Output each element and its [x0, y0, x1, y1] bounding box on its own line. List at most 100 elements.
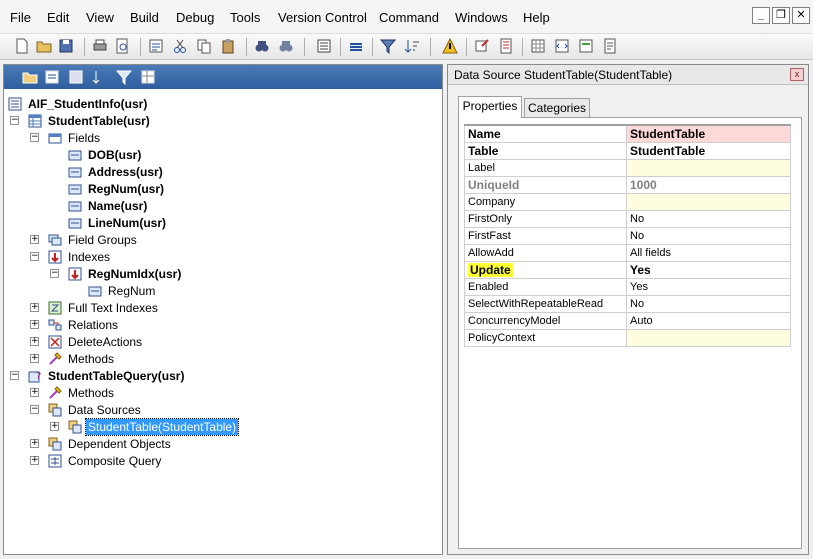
- properties-icon[interactable]: [44, 69, 60, 85]
- cut-icon[interactable]: [172, 38, 188, 54]
- menu-view[interactable]: View: [86, 10, 114, 25]
- expand-toggle[interactable]: +: [30, 388, 39, 397]
- property-value[interactable]: [626, 158, 791, 177]
- property-row-policycontext[interactable]: PolicyContext: [464, 328, 791, 347]
- indexes-icon: [48, 250, 62, 264]
- collapse-toggle[interactable]: −: [30, 405, 39, 414]
- menu-version-control[interactable]: Version Control: [278, 10, 367, 25]
- tree-node-label: StudentTable(usr): [48, 114, 150, 128]
- property-row-allowadd[interactable]: AllowAdd All fields: [464, 243, 791, 262]
- menu-file[interactable]: File: [10, 10, 31, 25]
- minimize-button[interactable]: _: [752, 7, 770, 24]
- paste-icon[interactable]: [220, 38, 236, 54]
- property-row-concurrencymodel[interactable]: ConcurrencyModel Auto: [464, 311, 791, 330]
- property-row-firstonly[interactable]: FirstOnly No: [464, 209, 791, 228]
- expand-toggle[interactable]: +: [50, 422, 59, 431]
- expand-toggle[interactable]: +: [30, 439, 39, 448]
- collapse-toggle[interactable]: −: [10, 116, 19, 125]
- property-value[interactable]: No: [626, 226, 791, 245]
- tree-node-label: Full Text Indexes: [68, 301, 158, 315]
- property-value[interactable]: No: [626, 294, 791, 313]
- property-value[interactable]: [626, 328, 791, 347]
- property-value[interactable]: All fields: [626, 243, 791, 262]
- compile-icon[interactable]: [316, 38, 332, 54]
- property-row-table[interactable]: Table StudentTable: [464, 141, 791, 160]
- tree-node-label: Dependent Objects: [68, 437, 171, 451]
- expand-toggle[interactable]: +: [30, 320, 39, 329]
- data-source-icon: [68, 420, 82, 434]
- list-icon[interactable]: [498, 38, 514, 54]
- report-icon[interactable]: [602, 38, 618, 54]
- properties-icon[interactable]: [148, 38, 164, 54]
- collapse-toggle[interactable]: −: [50, 269, 59, 278]
- sort-icon[interactable]: [92, 69, 108, 85]
- property-row-name[interactable]: Name StudentTable: [464, 124, 791, 143]
- menu-debug[interactable]: Debug: [176, 10, 214, 25]
- menu-command[interactable]: Command: [379, 10, 439, 25]
- grid-icon[interactable]: [140, 69, 156, 85]
- field-icon: [88, 286, 102, 297]
- sort-icon[interactable]: [404, 38, 420, 54]
- restore-button[interactable]: ❐: [772, 7, 790, 24]
- save-icon[interactable]: [58, 38, 74, 54]
- collapse-toggle[interactable]: −: [30, 252, 39, 261]
- tab-properties[interactable]: Properties: [458, 96, 522, 118]
- open-icon[interactable]: [36, 38, 52, 54]
- property-value[interactable]: No: [626, 209, 791, 228]
- property-name: Name: [464, 124, 627, 143]
- property-value[interactable]: Yes: [626, 277, 791, 296]
- property-row-company[interactable]: Company: [464, 192, 791, 211]
- tree-node-label: RegNum: [108, 284, 156, 298]
- compile-icon[interactable]: [68, 69, 84, 85]
- new-icon[interactable]: [14, 38, 30, 54]
- tree-node-label: Address(usr): [88, 165, 163, 179]
- collapse-toggle[interactable]: −: [30, 133, 39, 142]
- form-icon[interactable]: [578, 38, 594, 54]
- property-row-label[interactable]: Label: [464, 158, 791, 177]
- close-window-button[interactable]: ✕: [792, 7, 810, 24]
- filter-icon[interactable]: [380, 38, 396, 54]
- methods-icon: [49, 352, 62, 365]
- property-value[interactable]: StudentTable: [626, 141, 791, 160]
- property-name: Company: [464, 192, 627, 211]
- print-icon[interactable]: [92, 38, 108, 54]
- property-value[interactable]: [626, 192, 791, 211]
- menu-windows[interactable]: Windows: [455, 10, 508, 25]
- grid-icon[interactable]: [530, 38, 546, 54]
- property-name: SelectWithRepeatableRead: [464, 294, 627, 313]
- menu-edit[interactable]: Edit: [47, 10, 69, 25]
- property-name: UniqueId: [464, 175, 627, 194]
- tree-node-label: Methods: [68, 352, 115, 366]
- menu-help[interactable]: Help: [523, 10, 550, 25]
- expand-toggle[interactable]: +: [30, 456, 39, 465]
- warning-icon[interactable]: [442, 38, 458, 54]
- expand-toggle[interactable]: +: [30, 337, 39, 346]
- close-properties-button[interactable]: x: [790, 68, 804, 81]
- tab-categories[interactable]: Categories: [524, 98, 590, 118]
- property-row-enabled[interactable]: Enabled Yes: [464, 277, 791, 296]
- copy-icon[interactable]: [196, 38, 212, 54]
- collapse-toggle[interactable]: −: [10, 371, 19, 380]
- expand-toggle[interactable]: +: [30, 354, 39, 363]
- property-value[interactable]: StudentTable: [626, 124, 791, 143]
- filter-icon[interactable]: [116, 69, 132, 85]
- menu-tools[interactable]: Tools: [230, 10, 260, 25]
- open-folder-icon[interactable]: [22, 69, 38, 85]
- menu-build[interactable]: Build: [130, 10, 159, 25]
- find-icon[interactable]: [254, 38, 270, 54]
- find-next-icon[interactable]: [278, 38, 294, 54]
- import-icon[interactable]: [474, 38, 490, 54]
- expand-toggle[interactable]: +: [30, 235, 39, 244]
- property-value[interactable]: Auto: [626, 311, 791, 330]
- code-icon[interactable]: [554, 38, 570, 54]
- relations-icon: [48, 319, 62, 331]
- layers-icon[interactable]: [348, 38, 364, 54]
- property-row-firstfast[interactable]: FirstFast No: [464, 226, 791, 245]
- print-preview-icon[interactable]: [114, 38, 130, 54]
- property-row-selectwithrepeatableread[interactable]: SelectWithRepeatableRead No: [464, 294, 791, 313]
- property-value[interactable]: Yes: [626, 260, 791, 279]
- expand-toggle[interactable]: +: [30, 303, 39, 312]
- field-groups-icon: [48, 234, 62, 246]
- property-row-update[interactable]: Update Yes: [464, 260, 791, 279]
- property-row-uniqueid[interactable]: UniqueId 1000: [464, 175, 791, 194]
